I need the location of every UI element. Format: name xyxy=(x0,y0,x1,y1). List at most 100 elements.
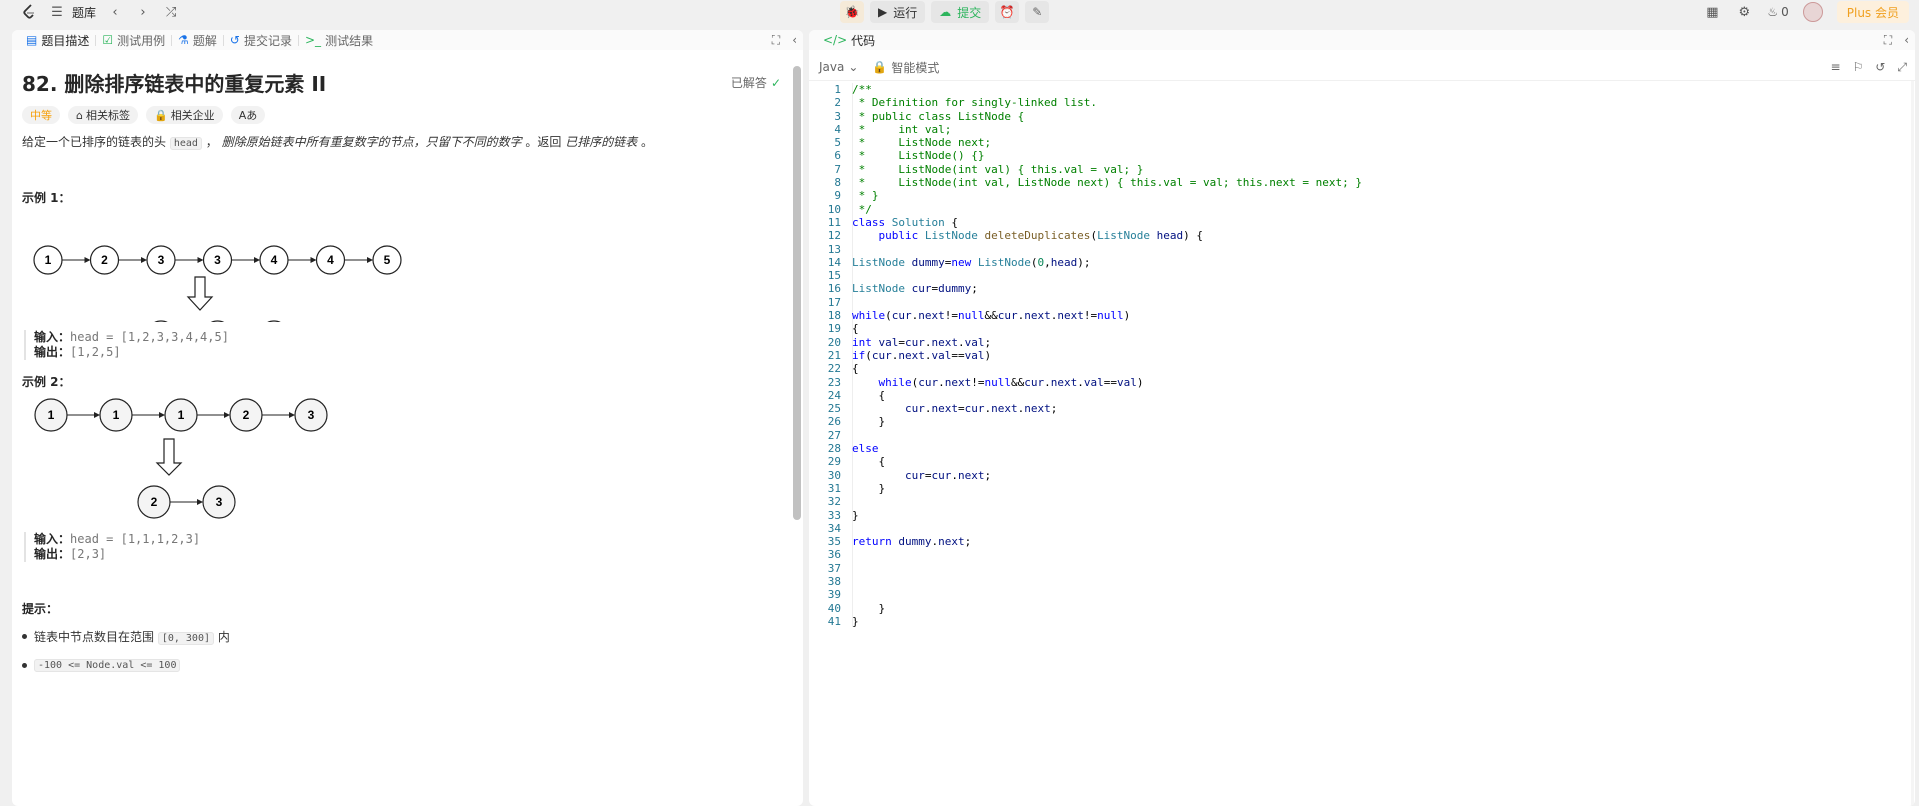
tab-description[interactable]: ▤ 题目描述 xyxy=(20,32,95,49)
code-token: dummy xyxy=(938,282,972,296)
code-line: * public class ListNode { xyxy=(852,110,1362,123)
code-line: cur.next=cur.next.next; xyxy=(852,402,1362,415)
code-content[interactable]: /** * Definition for singly-linked list.… xyxy=(852,83,1362,628)
code-token: next xyxy=(1057,309,1084,323)
user-avatar[interactable] xyxy=(1802,2,1823,22)
language-select[interactable]: Java ⌄ xyxy=(819,60,858,74)
format-icon[interactable]: ≡ xyxy=(1831,60,1841,74)
tab-testcases-label: 测试用例 xyxy=(117,33,166,48)
layout-icon[interactable]: ▦ xyxy=(1703,3,1721,21)
prev-problem-icon[interactable]: ‹ xyxy=(106,3,124,21)
check-circle-icon: ✓ xyxy=(770,75,781,90)
line-number: 3 xyxy=(834,109,841,123)
code-token: cur xyxy=(871,348,892,362)
bug-icon: 🐞 xyxy=(844,5,860,19)
code-token: new xyxy=(951,255,978,269)
code-token: ListNode xyxy=(924,229,985,243)
code-editor[interactable]: 1 2 3 4 5 6 7 8 9 10 11 12 13 14 15 16 17 18 19 20 21 22 23 24 2… xyxy=(809,80,1915,806)
code-token: * } xyxy=(852,189,879,203)
code-token: return xyxy=(852,535,899,549)
constraint-text: 内 xyxy=(214,630,230,644)
problem-list-button[interactable]: ☰ 题库 xyxy=(48,3,96,21)
code-line: * ListNode(int val) { this.val = val; } xyxy=(852,163,1362,176)
list-node-value: 2 xyxy=(243,408,250,422)
line-number: 30 xyxy=(827,468,841,482)
next-problem-icon[interactable]: › xyxy=(134,3,152,21)
list-node-value: 4 xyxy=(327,253,334,267)
maximize-icon[interactable]: ⛶ xyxy=(1884,33,1892,48)
streak-counter[interactable]: ♨ 0 xyxy=(1767,5,1788,19)
code-token: ListNode xyxy=(852,255,912,269)
code-token: val xyxy=(1117,375,1137,389)
collapse-chevron-icon[interactable]: ‹ xyxy=(792,33,797,47)
shuffle-icon[interactable]: ⤮ xyxy=(162,3,180,21)
code-token: val xyxy=(964,335,985,349)
scroll-thumb[interactable] xyxy=(793,66,801,520)
plus-membership-button[interactable]: Plus 会员 xyxy=(1836,1,1909,23)
submit-button[interactable]: ☁ 提交 xyxy=(931,1,990,23)
output-label: 输出： xyxy=(34,345,71,359)
reset-icon[interactable]: ↺ xyxy=(1875,60,1885,74)
statement-text: 。返回 xyxy=(521,135,566,149)
code-token: else xyxy=(852,442,879,456)
related-tags-button[interactable]: ⌂ 相关标签 xyxy=(68,106,138,124)
example1-diagram: 1 2 3 3 4 4 5 125 xyxy=(33,245,402,322)
code-token: == xyxy=(951,348,965,362)
description-scrollbar[interactable] xyxy=(793,66,801,786)
flame-icon: ♨ xyxy=(1767,5,1779,19)
tab-code[interactable]: </> 代码 xyxy=(817,32,881,49)
line-number: 11 xyxy=(827,215,841,229)
code-token: cur xyxy=(891,309,912,323)
tab-submissions[interactable]: ↺ 提交记录 xyxy=(224,32,298,49)
tab-test-results[interactable]: >_ 测试结果 xyxy=(299,32,379,49)
timer-button[interactable]: ⏰ xyxy=(995,1,1020,23)
code-token: deleteDuplicates xyxy=(984,229,1091,243)
tab-solutions[interactable]: ⚗ 题解 xyxy=(172,32,223,49)
notes-button[interactable]: ✎ xyxy=(1025,1,1050,23)
smart-mode-toggle[interactable]: 🔒 智能模式 xyxy=(872,59,939,76)
maximize-icon[interactable]: ⛶ xyxy=(772,33,780,48)
code-token: head xyxy=(1050,255,1078,269)
tab-testcases[interactable]: ☑ 测试用例 xyxy=(96,32,171,49)
terminal-icon: >_ xyxy=(305,33,322,47)
code-token: } xyxy=(852,415,886,429)
collapse-chevron-icon[interactable]: ‹ xyxy=(1904,33,1909,47)
run-button[interactable]: ▶ 运行 xyxy=(870,1,926,23)
debug-button[interactable]: 🐞 xyxy=(840,1,864,23)
expand-icon[interactable]: ⤢ xyxy=(1897,60,1907,75)
settings-gear-icon[interactable]: ⚙ xyxy=(1735,3,1753,21)
code-token: val xyxy=(878,335,899,349)
code-token: null xyxy=(958,309,985,323)
smart-mode-label: 智能模式 xyxy=(891,60,940,75)
code-token: next xyxy=(1050,375,1078,389)
code-token: . xyxy=(938,375,945,389)
alarm-icon: ⏰ xyxy=(999,5,1015,19)
code-token: ) { xyxy=(1183,229,1204,243)
editor-scrollbar[interactable] xyxy=(1911,81,1914,806)
example1-top-list: 1 2 3 3 4 4 5 xyxy=(33,245,402,275)
example2-input: head = [1,1,1,2,3] xyxy=(70,532,201,546)
code-token: next xyxy=(1024,402,1051,416)
line-number: 28 xyxy=(827,442,841,456)
example1-output: [1,2,5] xyxy=(70,345,121,359)
example-quote-bar xyxy=(24,330,26,360)
code-token: = xyxy=(957,402,965,416)
line-number: 19 xyxy=(827,322,841,336)
leetcode-logo-icon[interactable] xyxy=(20,3,38,21)
translate-button[interactable]: Aあ xyxy=(230,106,266,124)
code-tabbar: </> 代码 ⛶ ‹ xyxy=(809,30,1915,50)
code-line: /** xyxy=(852,83,1362,96)
code-line: } xyxy=(852,602,1362,615)
bookmark-icon[interactable]: ⚐ xyxy=(1853,60,1864,74)
code-line: cur=cur.next; xyxy=(852,469,1362,482)
related-companies-button[interactable]: 🔒 相关企业 xyxy=(145,106,223,124)
statement-text: ， xyxy=(201,135,222,149)
list-node-value: 2 xyxy=(101,253,108,267)
line-number: 37 xyxy=(827,561,841,575)
code-token: public xyxy=(878,229,925,243)
code-token: } xyxy=(852,508,859,522)
code-token: ; xyxy=(1050,402,1058,416)
